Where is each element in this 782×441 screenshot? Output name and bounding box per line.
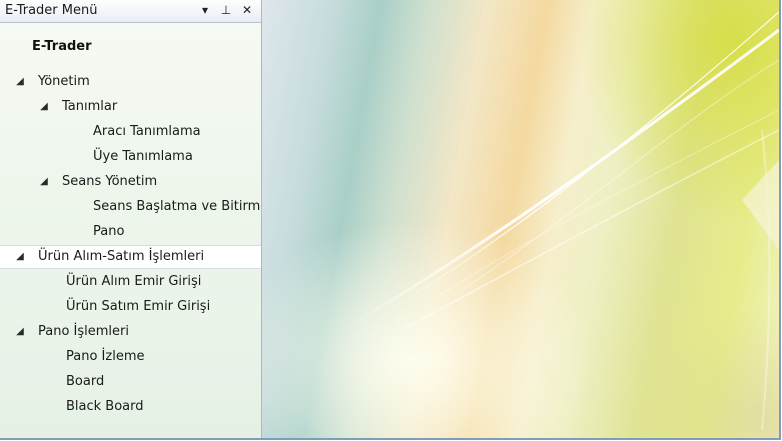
tree-item-urun-alim-satim[interactable]: ◢ Ürün Alım-Satım İşlemleri (0, 245, 261, 269)
panel-header: E-Trader Menü ▾ ⊥ ✕ (0, 0, 261, 23)
tree-item-urun-satim-emir[interactable]: Ürün Satım Emir Girişi (0, 295, 261, 319)
expand-arrow-icon[interactable]: ◢ (14, 70, 26, 94)
tree-item-tanimlar[interactable]: ◢ Tanımlar (0, 95, 261, 119)
pin-icon[interactable]: ⊥ (217, 1, 235, 20)
tree-root-label: E-Trader (32, 39, 92, 54)
expand-arrow-icon[interactable]: ◢ (14, 320, 26, 344)
tree-item-seans-yonetim[interactable]: ◢ Seans Yönetim (0, 170, 261, 194)
background-swirl-lines (341, 11, 779, 431)
expand-arrow-icon[interactable]: ◢ (38, 170, 50, 194)
tree-item-black-board[interactable]: Black Board (0, 395, 261, 419)
tree-item-yonetim[interactable]: ◢ Yönetim (0, 70, 261, 94)
panel-title: E-Trader Menü (5, 3, 98, 18)
tree-item-seans-baslatma[interactable]: Seans Başlatma ve Bitirm (0, 195, 261, 219)
close-icon[interactable]: ✕ (238, 1, 256, 20)
tree-item-uye-tanimlama[interactable]: Üye Tanımlama (0, 145, 261, 169)
chevron-down-icon[interactable]: ▾ (196, 1, 214, 20)
tree-item-urun-alim-emir[interactable]: Ürün Alım Emir Girişi (0, 270, 261, 294)
tree-item-pano-islemleri[interactable]: ◢ Pano İşlemleri (0, 320, 261, 344)
tree-item-pano-izleme[interactable]: Pano İzleme (0, 345, 261, 369)
menu-panel: E-Trader Menü ▾ ⊥ ✕ E-Trader ◢ Yönetim ◢… (0, 0, 262, 438)
tree-item-board[interactable]: Board (0, 370, 261, 394)
expand-arrow-icon[interactable]: ◢ (38, 95, 50, 119)
app-window: E-Trader Menü ▾ ⊥ ✕ E-Trader ◢ Yönetim ◢… (0, 0, 781, 440)
desktop-background (262, 0, 779, 438)
expand-arrow-icon[interactable]: ◢ (14, 246, 26, 268)
tree-item-araci-tanimlama[interactable]: Aracı Tanımlama (0, 120, 261, 144)
tree-item-pano[interactable]: Pano (0, 220, 261, 244)
